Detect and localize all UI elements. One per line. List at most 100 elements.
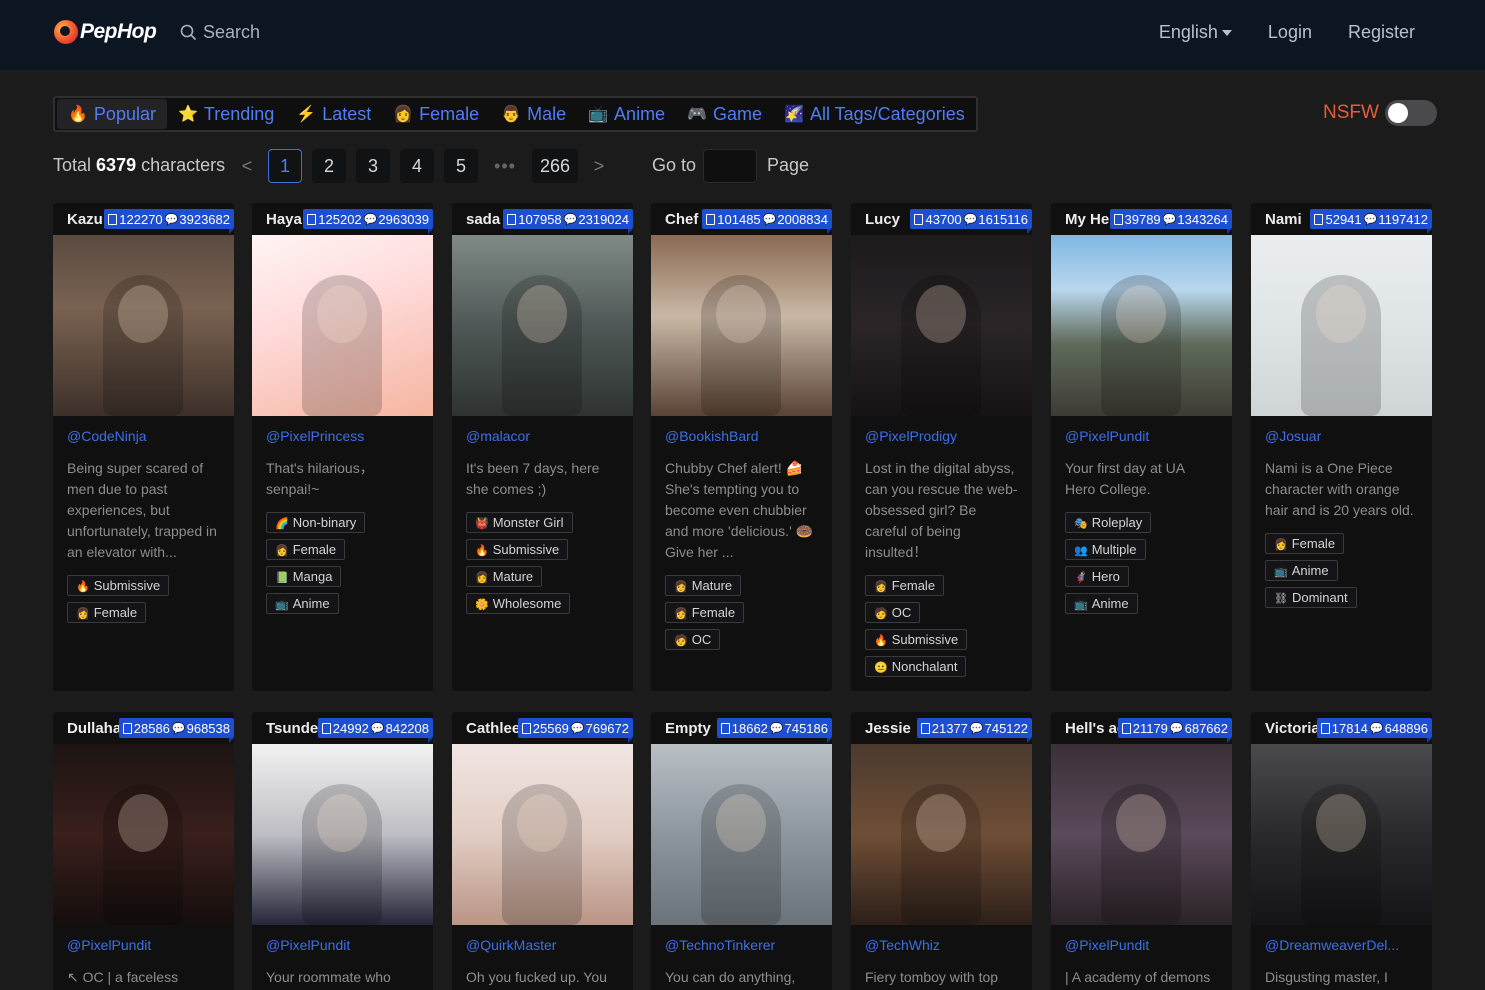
tag-chip[interactable]: 👩 Mature: [466, 566, 543, 587]
character-image[interactable]: [452, 744, 633, 925]
tag-chip[interactable]: 🎭 Roleplay: [1065, 512, 1152, 533]
tag-chip[interactable]: 👹 Monster Girl: [466, 512, 573, 533]
more-pages[interactable]: •••: [488, 149, 522, 183]
nsfw-toggle[interactable]: [1384, 100, 1437, 126]
character-image[interactable]: [252, 744, 433, 925]
tab-trending[interactable]: ⭐ Trending: [167, 99, 285, 129]
character-image[interactable]: [851, 744, 1032, 925]
author-link[interactable]: @TechnoTinkerer: [651, 937, 832, 953]
author-link[interactable]: @TechWhiz: [851, 937, 1032, 953]
character-image[interactable]: [452, 235, 633, 416]
character-card[interactable]: Victoria 17814 💬 648896 @DreamweaverDel...…: [1251, 712, 1432, 990]
book-icon: [122, 722, 132, 734]
tab-anime[interactable]: 📺 Anime: [577, 99, 676, 129]
character-image[interactable]: [53, 235, 234, 416]
character-card[interactable]: Empty 18662 💬 745186 @TechnoTinkerer You c…: [651, 712, 832, 990]
character-card[interactable]: Haya 125202 💬 2963039 @PixelPrincess That'…: [252, 203, 433, 691]
search-icon: [180, 24, 197, 41]
character-card[interactable]: My Hero 39789 💬 1343264 @PixelPundit Your …: [1051, 203, 1232, 691]
author-link[interactable]: @Josuar: [1251, 428, 1432, 444]
chat-icon: 💬: [370, 722, 385, 735]
character-card[interactable]: Chef 101485 💬 2008834 @BookishBard Chubby …: [651, 203, 832, 691]
character-image[interactable]: [651, 744, 832, 925]
character-image[interactable]: [1051, 235, 1232, 416]
book-icon: [920, 722, 930, 734]
character-card[interactable]: Dullahan 28586 💬 968538 @PixelPundit ↖ OC …: [53, 712, 234, 990]
author-link[interactable]: @QuirkMaster: [452, 937, 633, 953]
tag-chip[interactable]: 🧑 OC: [865, 602, 921, 623]
tag-chip[interactable]: 📗 Manga: [266, 566, 342, 587]
tag-chip[interactable]: ⛓ Dominant: [1265, 587, 1357, 608]
tag-chip[interactable]: 🔥 Submissive: [865, 629, 968, 650]
author-link[interactable]: @PixelPundit: [252, 937, 433, 953]
tag-chip[interactable]: 👩 Mature: [665, 575, 742, 596]
login-link[interactable]: Login: [1268, 22, 1312, 43]
search-label: Search: [203, 22, 261, 42]
character-card[interactable]: Jessie 21377 💬 745122 @TechWhiz Fiery tomb…: [851, 712, 1032, 990]
tag-chip[interactable]: 👩 Female: [67, 602, 147, 623]
next-page-button[interactable]: >: [588, 149, 610, 183]
prev-page-button[interactable]: <: [236, 149, 258, 183]
author-link[interactable]: @PixelPundit: [1051, 937, 1232, 953]
author-link[interactable]: @PixelPrincess: [252, 428, 433, 444]
tag-chip[interactable]: 🧑 OC: [665, 629, 721, 650]
page-5-button[interactable]: 5: [444, 149, 478, 183]
character-image[interactable]: [1251, 744, 1432, 925]
last-page-button[interactable]: 266: [532, 149, 578, 183]
character-image[interactable]: [1051, 744, 1232, 925]
character-card[interactable]: Nami 52941 💬 1197412 @Josuar Nami is a One…: [1251, 203, 1432, 691]
tag-list: 🎭 Roleplay 👥 Multiple 🦸 Hero 📺 Anime: [1051, 512, 1232, 620]
page-3-button[interactable]: 3: [356, 149, 390, 183]
tag-chip[interactable]: 🔥 Submissive: [67, 575, 170, 596]
author-link[interactable]: @BookishBard: [651, 428, 832, 444]
character-image[interactable]: [851, 235, 1032, 416]
page-1-button[interactable]: 1: [268, 149, 302, 183]
goto-page-input[interactable]: [703, 149, 757, 183]
logo[interactable]: PepHop: [54, 20, 157, 44]
tag-chip[interactable]: 😐 Nonchalant: [865, 656, 967, 677]
tag-chip[interactable]: 🌼 Wholesome: [466, 593, 571, 614]
tab-all-tags-categories[interactable]: 🌠 All Tags/Categories: [773, 99, 976, 129]
author-link[interactable]: @malacor: [452, 428, 633, 444]
character-image[interactable]: [1251, 235, 1432, 416]
language-selector[interactable]: English: [1159, 22, 1232, 43]
character-card[interactable]: Kazu 122270 💬 3923682 @CodeNinja Being sup…: [53, 203, 234, 691]
page-4-button[interactable]: 4: [400, 149, 434, 183]
character-card[interactable]: Hell's academy 21179💬687662 @PixelPundit…: [1051, 712, 1232, 990]
stats-badge: 107958 💬 2319024: [503, 209, 633, 234]
author-link[interactable]: @PixelPundit: [1051, 428, 1232, 444]
page-2-button[interactable]: 2: [312, 149, 346, 183]
tag-chip[interactable]: 📺 Anime: [1065, 593, 1138, 614]
author-link[interactable]: @DreamweaverDel...: [1251, 937, 1432, 953]
tag-list: 🌈 Non-binary 👩 Female 📗 Manga 📺 Anime: [252, 512, 433, 620]
character-image[interactable]: [651, 235, 832, 416]
tag-chip[interactable]: 👩 Female: [1265, 533, 1345, 554]
tab-male[interactable]: 👨 Male: [490, 99, 577, 129]
character-card[interactable]: sada 107958 💬 2319024 @malacor It's been 7…: [452, 203, 633, 691]
character-image[interactable]: [252, 235, 433, 416]
tab-latest[interactable]: ⚡ Latest: [285, 99, 382, 129]
author-link[interactable]: @PixelProdigy: [851, 428, 1032, 444]
tag-chip[interactable]: 🔥 Submissive: [466, 539, 569, 560]
tag-chip[interactable]: 📺 Anime: [1265, 560, 1338, 581]
character-card[interactable]: Lucy 43700 💬 1615116 @PixelProdigy Lost in…: [851, 203, 1032, 691]
tab-popular[interactable]: 🔥 Popular: [57, 99, 167, 129]
author-link[interactable]: @PixelPundit: [53, 937, 234, 953]
character-card[interactable]: Tsundere 24992 💬 842208 @PixelPundit Your …: [252, 712, 433, 990]
register-link[interactable]: Register: [1348, 22, 1415, 43]
tag-icon: 📺: [1274, 566, 1288, 578]
views-count: 122270: [119, 211, 163, 227]
tab-game[interactable]: 🎮 Game: [676, 99, 773, 129]
tab-female[interactable]: 👩 Female: [382, 99, 490, 129]
tag-chip[interactable]: 👩 Female: [665, 602, 745, 623]
search-button[interactable]: Search: [180, 22, 260, 43]
tag-chip[interactable]: 👩 Female: [266, 539, 346, 560]
tag-chip[interactable]: 👩 Female: [865, 575, 945, 596]
character-image[interactable]: [53, 744, 234, 925]
tag-chip[interactable]: 🌈 Non-binary: [266, 512, 366, 533]
author-link[interactable]: @CodeNinja: [53, 428, 234, 444]
character-card[interactable]: Cathleen 25569 💬 769672 @QuirkMaster Oh yo…: [452, 712, 633, 990]
tag-chip[interactable]: 🦸 Hero: [1065, 566, 1129, 587]
tag-chip[interactable]: 📺 Anime: [266, 593, 339, 614]
tag-chip[interactable]: 👥 Multiple: [1065, 539, 1146, 560]
